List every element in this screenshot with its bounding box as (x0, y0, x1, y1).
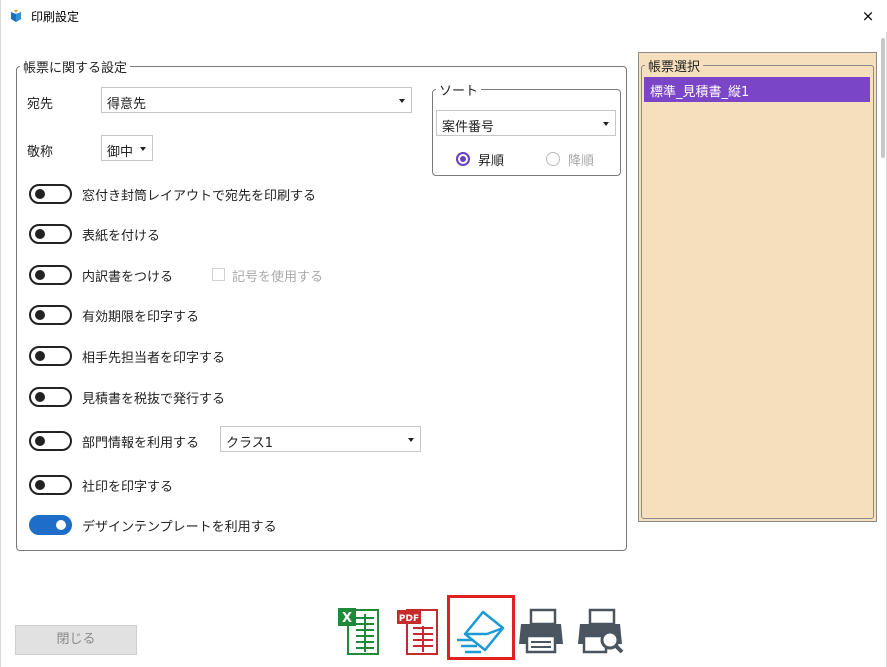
destination-select-value: 得意先 (107, 97, 147, 112)
company-seal-toggle[interactable] (29, 475, 72, 495)
chevron-down-icon (399, 99, 405, 103)
toggle-knob (35, 310, 45, 320)
honorific-label: 敬称 (27, 145, 54, 160)
template-selection-legend: 帳票選択 (645, 56, 704, 75)
email-highlight-frame (447, 595, 515, 660)
toggle-knob (35, 392, 45, 402)
use-symbol-checkbox[interactable] (212, 268, 225, 281)
department-info-label: 部門情報を利用する (82, 436, 200, 451)
contact-person-label: 相手先担当者を印字する (82, 351, 226, 366)
breakdown-label: 内訳書をつける (82, 270, 174, 285)
print-icon[interactable] (513, 604, 569, 658)
chevron-down-icon (603, 122, 609, 126)
design-template-toggle[interactable] (29, 515, 72, 535)
department-info-toggle[interactable] (29, 431, 72, 451)
toggle-knob (35, 436, 45, 446)
destination-label: 宛先 (27, 97, 54, 112)
scrollbar[interactable] (879, 34, 887, 164)
template-selection-panel: 帳票選択 (638, 52, 877, 522)
honorific-select[interactable]: 御中 (101, 135, 153, 161)
pdf-export-icon[interactable]: PDF (393, 604, 449, 658)
department-class-select[interactable]: クラス1 (220, 426, 421, 452)
sort-field-select[interactable]: 案件番号 (436, 110, 616, 136)
department-class-value: クラス1 (226, 436, 274, 451)
tax-excluded-toggle[interactable] (29, 387, 72, 407)
close-icon[interactable]: × (853, 4, 883, 28)
sort-field-value: 案件番号 (442, 120, 495, 135)
template-list-item[interactable]: 標準_見積書_縦1 (644, 77, 870, 102)
company-seal-label: 社印を印字する (82, 480, 174, 495)
window-envelope-toggle[interactable] (29, 184, 72, 204)
scrollbar-thumb[interactable] (881, 38, 885, 158)
destination-select[interactable]: 得意先 (101, 87, 412, 113)
toggle-knob (56, 520, 66, 530)
cover-page-toggle[interactable] (29, 224, 72, 244)
window-envelope-label: 窓付き封筒レイアウトで宛先を印刷する (82, 189, 317, 204)
sort-descending-radio[interactable] (546, 152, 560, 166)
title-bar: 印刷設定 × (1, 0, 887, 32)
excel-export-icon[interactable]: X (334, 604, 390, 658)
cover-page-label: 表紙を付ける (82, 229, 161, 244)
sort-legend: ソート (439, 84, 479, 99)
app-icon (11, 10, 21, 22)
print-preview-icon[interactable] (572, 604, 628, 658)
sort-descending-label: 降順 (568, 154, 595, 169)
sort-ascending-label: 昇順 (478, 154, 505, 169)
design-template-label: デザインテンプレートを利用する (82, 520, 277, 535)
toggle-knob (35, 480, 45, 490)
expiry-date-label: 有効期限を印字する (82, 310, 200, 325)
pdf-letters: PDF (399, 614, 419, 624)
chevron-down-icon (140, 147, 146, 151)
toggle-knob (35, 189, 45, 199)
toggle-knob (35, 229, 45, 239)
form-settings-legend: 帳票に関する設定 (23, 61, 128, 76)
template-selection-frame (641, 65, 874, 519)
tax-excluded-label: 見積書を税抜で発行する (82, 392, 226, 407)
breakdown-toggle[interactable] (29, 265, 72, 285)
honorific-select-value: 御中 (107, 145, 134, 160)
use-symbol-label: 記号を使用する (232, 270, 324, 285)
contact-person-toggle[interactable] (29, 346, 72, 366)
expiry-date-toggle[interactable] (29, 305, 72, 325)
window-title: 印刷設定 (31, 10, 80, 24)
excel-letter: X (342, 611, 352, 626)
chevron-down-icon (408, 438, 414, 442)
print-settings-window: 印刷設定 × 帳票に関する設定 宛先 得意先 敬称 御中 ソート 案件番号 昇順… (0, 0, 887, 667)
toggle-knob (35, 351, 45, 361)
close-button[interactable]: 閉じる (15, 625, 137, 655)
sort-ascending-radio[interactable] (456, 152, 470, 166)
toggle-knob (35, 270, 45, 280)
